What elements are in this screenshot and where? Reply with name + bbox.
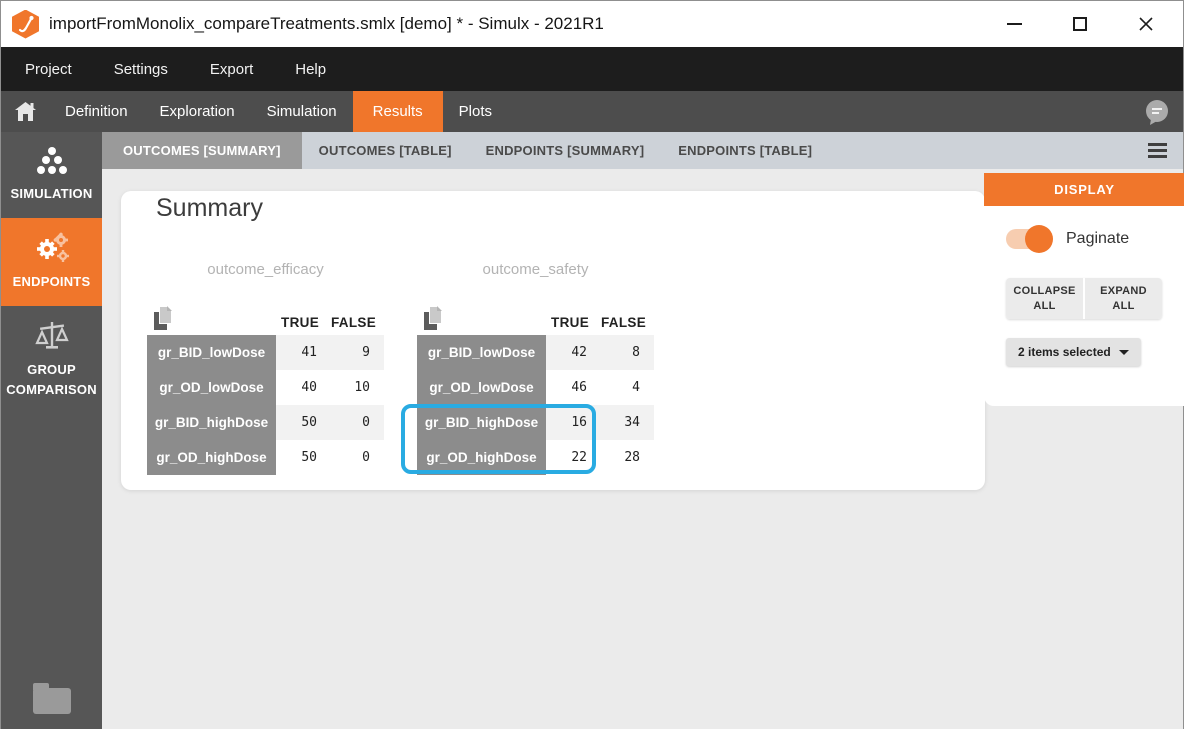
table-row-highlighted[interactable]: gr_OD_highDose 22 28 xyxy=(417,440,654,475)
table-header: TRUE FALSE xyxy=(417,297,654,335)
table-row-highlighted[interactable]: gr_BID_highDose 16 34 xyxy=(417,405,654,440)
items-selected-dropdown[interactable]: 2 items selected xyxy=(1006,338,1141,366)
results-content: Summary outcome_efficacy TRUE FALSE gr_B… xyxy=(102,169,1183,729)
copy-table-icon[interactable] xyxy=(154,306,176,330)
home-icon xyxy=(14,101,37,122)
page-title: Summary xyxy=(156,194,263,223)
close-button[interactable] xyxy=(1131,9,1161,39)
speech-bubble-icon xyxy=(1143,98,1171,126)
subtab-endpoints-summary[interactable]: ENDPOINTS [SUMMARY] xyxy=(469,132,662,169)
tab-definition[interactable]: Definition xyxy=(49,91,144,132)
subtab-endpoints-table[interactable]: ENDPOINTS [TABLE] xyxy=(661,132,829,169)
scales-icon xyxy=(34,319,70,353)
folder-button[interactable] xyxy=(33,688,71,714)
minimize-button[interactable] xyxy=(999,9,1029,39)
tab-simulation[interactable]: Simulation xyxy=(251,91,353,132)
sidebar: SIMULATION xyxy=(1,132,102,729)
window-title: importFromMonolix_compareTreatments.smlx… xyxy=(49,14,604,34)
window-controls xyxy=(999,9,1183,39)
simulx-logo-icon xyxy=(12,10,39,39)
table-row[interactable]: gr_BID_lowDose 41 9 xyxy=(147,335,384,370)
feedback-button[interactable] xyxy=(1143,91,1183,132)
menubar: Project Settings Export Help xyxy=(1,47,1183,91)
home-button[interactable] xyxy=(1,91,49,132)
sidebar-item-label: ENDPOINTS xyxy=(13,272,91,292)
collapse-all-button[interactable]: COLLAPSE ALL xyxy=(1006,278,1085,319)
main-nav: Definition Exploration Simulation Result… xyxy=(1,91,1183,132)
close-icon xyxy=(1138,16,1154,32)
gears-icon xyxy=(34,231,70,265)
tab-plots[interactable]: Plots xyxy=(443,91,508,132)
table-title: outcome_safety xyxy=(417,261,654,283)
table-title: outcome_efficacy xyxy=(147,261,384,283)
minimize-icon xyxy=(1007,23,1022,25)
table-row[interactable]: gr_BID_highDose 50 0 xyxy=(147,405,384,440)
tab-results[interactable]: Results xyxy=(353,91,443,132)
summary-card: Summary outcome_efficacy TRUE FALSE gr_B… xyxy=(121,191,985,490)
table-row[interactable]: gr_OD_lowDose 40 10 xyxy=(147,370,384,405)
column-header-false: FALSE xyxy=(601,315,654,330)
titlebar: importFromMonolix_compareTreatments.smlx… xyxy=(1,1,1183,47)
results-subtabs: OUTCOMES [SUMMARY] OUTCOMES [TABLE] ENDP… xyxy=(102,132,1183,169)
expand-all-button[interactable]: EXPAND ALL xyxy=(1085,278,1162,319)
subtab-outcomes-table[interactable]: OUTCOMES [TABLE] xyxy=(302,132,469,169)
table-row[interactable]: gr_OD_highDose 50 0 xyxy=(147,440,384,475)
sidebar-item-endpoints[interactable]: ENDPOINTS xyxy=(1,218,102,306)
cluster-icon xyxy=(35,145,69,177)
maximize-button[interactable] xyxy=(1065,9,1095,39)
paginate-label: Paginate xyxy=(1066,230,1129,248)
tab-exploration[interactable]: Exploration xyxy=(144,91,251,132)
menu-help[interactable]: Help xyxy=(295,61,326,78)
menu-toggle-button[interactable] xyxy=(1148,132,1183,169)
sidebar-item-label: SIMULATION xyxy=(11,184,93,204)
column-header-false: FALSE xyxy=(331,315,384,330)
table-row[interactable]: gr_OD_lowDose 46 4 xyxy=(417,370,654,405)
table-header: TRUE FALSE xyxy=(147,297,384,335)
table-row[interactable]: gr_BID_lowDose 42 8 xyxy=(417,335,654,370)
display-panel-header[interactable]: DISPLAY xyxy=(984,173,1184,206)
paginate-toggle[interactable] xyxy=(1006,229,1050,249)
sidebar-item-group-comparison[interactable]: GROUP COMPARISON xyxy=(1,306,102,414)
display-panel: Paginate COLLAPSE ALL EXPAND ALL 2 items… xyxy=(984,206,1184,406)
hamburger-icon xyxy=(1148,143,1167,146)
copy-table-icon[interactable] xyxy=(424,306,446,330)
outcome-safety-table: outcome_safety TRUE FALSE gr_BID_lowDose… xyxy=(417,261,654,475)
toggle-knob-icon xyxy=(1025,225,1053,253)
chevron-down-icon xyxy=(1119,350,1129,355)
outcome-efficacy-table: outcome_efficacy TRUE FALSE gr_BID_lowDo… xyxy=(147,261,384,475)
menu-project[interactable]: Project xyxy=(25,61,72,78)
column-header-true: TRUE xyxy=(276,315,331,330)
sidebar-item-simulation[interactable]: SIMULATION xyxy=(1,132,102,218)
column-header-true: TRUE xyxy=(546,315,601,330)
sidebar-item-label: GROUP COMPARISON xyxy=(3,360,100,400)
menu-export[interactable]: Export xyxy=(210,61,253,78)
menu-settings[interactable]: Settings xyxy=(114,61,168,78)
maximize-icon xyxy=(1073,17,1087,31)
subtab-outcomes-summary[interactable]: OUTCOMES [SUMMARY] xyxy=(102,132,302,169)
